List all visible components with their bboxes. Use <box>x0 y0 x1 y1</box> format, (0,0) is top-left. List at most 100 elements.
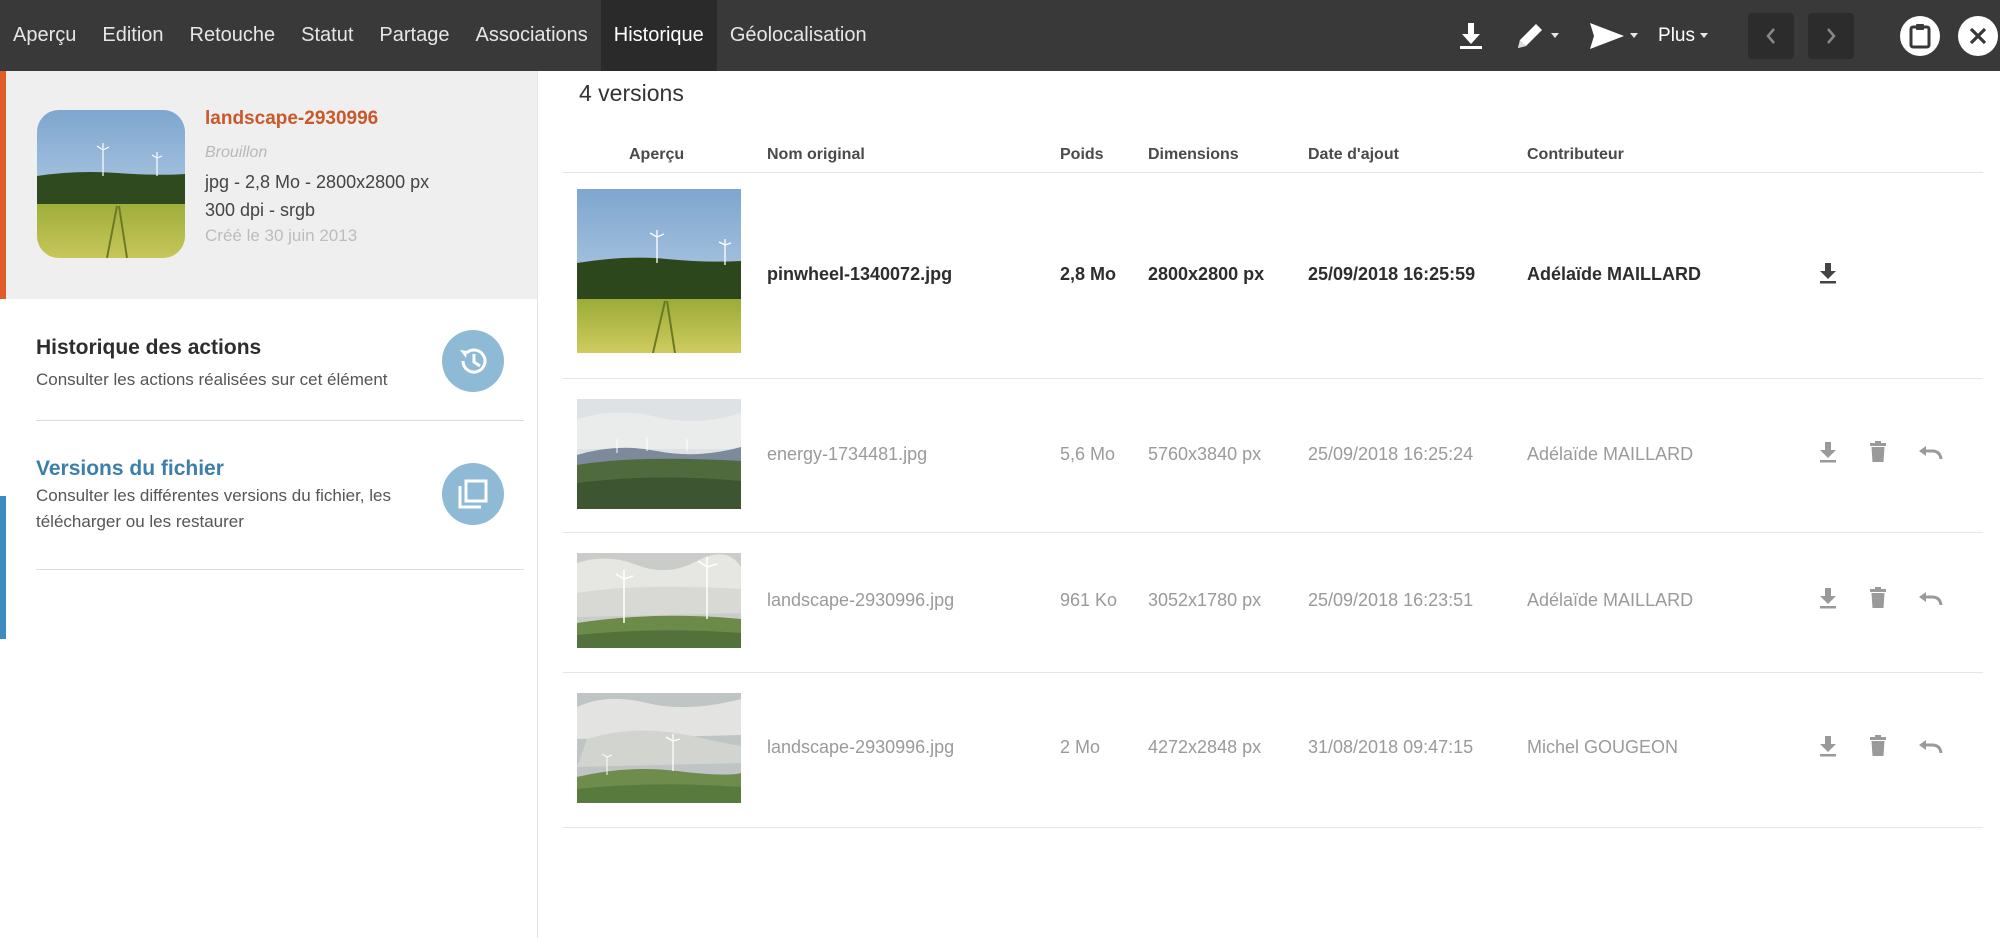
download-version-button[interactable] <box>1815 260 1841 286</box>
file-info: landscape-2930996 Brouillon jpg - 2,8 Mo… <box>205 108 429 246</box>
version-dimensions: 2800x2800 px <box>1148 264 1265 284</box>
description-line-1: Consulter les différentes versions du fi… <box>36 486 391 505</box>
file-summary-card: landscape-2930996 Brouillon jpg - 2,8 Mo… <box>0 71 537 299</box>
version-thumbnail[interactable] <box>577 189 741 353</box>
tab-edition[interactable]: Edition <box>89 0 176 71</box>
download-icon <box>1820 263 1836 284</box>
sidebar: landscape-2930996 Brouillon jpg - 2,8 Mo… <box>0 71 538 938</box>
sidebar-item-history[interactable]: Historique des actions Consulter les act… <box>36 299 524 421</box>
table-row: landscape-2930996.jpg 2 Mo 4272x2848 px … <box>563 673 1983 828</box>
column-date: Date d'ajout <box>1308 146 1399 163</box>
download-icon <box>1820 442 1836 463</box>
delete-version-button[interactable] <box>1865 585 1891 611</box>
more-menu-button[interactable]: Plus <box>1658 25 1708 47</box>
restore-version-button[interactable] <box>1917 439 1943 465</box>
sidebar-item-label: Versions du fichier <box>36 457 224 480</box>
version-date: 25/09/2018 16:23:51 <box>1308 590 1474 610</box>
version-thumbnail[interactable] <box>577 399 741 509</box>
column-name: Nom original <box>767 146 865 163</box>
undo-icon <box>1919 446 1943 460</box>
previous-button[interactable] <box>1748 12 1794 59</box>
description-line-2: télécharger ou les restaurer <box>36 512 244 531</box>
tab-partage[interactable]: Partage <box>366 0 462 71</box>
chevron-down-icon <box>1551 33 1560 38</box>
edit-menu-button[interactable] <box>1514 20 1560 52</box>
versions-icon <box>442 463 504 525</box>
tab-bar: Aperçu Edition Retouche Statut Partage A… <box>0 0 880 71</box>
version-date: 31/08/2018 09:47:15 <box>1308 737 1474 757</box>
version-name: energy-1734481.jpg <box>767 444 928 464</box>
column-preview: Aperçu <box>629 146 685 163</box>
version-size: 961 Ko <box>1060 590 1118 610</box>
tab-retouche[interactable]: Retouche <box>177 0 289 71</box>
tab-geolocalisation[interactable]: Géolocalisation <box>717 0 880 71</box>
version-name: landscape-2930996.jpg <box>767 737 955 757</box>
toolbar-actions: Plus <box>1450 0 2000 71</box>
top-toolbar: Aperçu Edition Retouche Statut Partage A… <box>0 0 2000 71</box>
version-contributor: Michel GOUGEON <box>1527 737 1679 757</box>
version-thumbnail[interactable] <box>577 553 741 648</box>
tab-statut[interactable]: Statut <box>288 0 366 71</box>
download-icon <box>1820 588 1836 609</box>
version-contributor: Adélaïde MAILLARD <box>1527 264 1702 284</box>
send-icon <box>1590 22 1625 49</box>
sidebar-item-label: Historique des actions <box>36 336 262 359</box>
download-version-button[interactable] <box>1815 585 1841 611</box>
sidebar-item-description: Consulter les actions réalisées sur cet … <box>36 370 388 389</box>
file-created-date: Créé le 30 juin 2013 <box>205 226 358 245</box>
send-menu-button[interactable] <box>1589 21 1639 51</box>
pencil-icon <box>1518 23 1543 48</box>
sidebar-item-versions[interactable]: Versions du fichier Consulter les différ… <box>36 421 524 570</box>
column-contributor: Contributeur <box>1527 146 1624 163</box>
trash-icon <box>1870 441 1886 462</box>
versions-count: 4 versions <box>579 80 684 106</box>
tab-historique[interactable]: Historique <box>600 0 717 71</box>
column-dimensions: Dimensions <box>1148 146 1239 163</box>
chevron-right-icon <box>1827 27 1836 44</box>
table-row: energy-1734481.jpg 5,6 Mo 5760x3840 px 2… <box>563 379 1983 533</box>
active-indicator <box>0 496 6 639</box>
restore-version-button[interactable] <box>1917 733 1943 759</box>
delete-version-button[interactable] <box>1865 439 1891 465</box>
clipboard-button[interactable] <box>1900 15 1940 56</box>
history-icon <box>442 330 504 392</box>
file-status: Brouillon <box>205 144 268 161</box>
trash-icon <box>1870 735 1886 756</box>
undo-icon <box>1919 592 1943 606</box>
version-contributor: Adélaïde MAILLARD <box>1527 444 1694 464</box>
file-meta-format: jpg - 2,8 Mo - 2800x2800 px <box>205 172 430 192</box>
more-label: Plus <box>1658 24 1695 46</box>
restore-version-button[interactable] <box>1917 585 1943 611</box>
table-row: pinwheel-1340072.jpg 2,8 Mo 2800x2800 px… <box>563 174 1983 379</box>
table-header: Aperçu Nom original Poids Dimensions Dat… <box>563 133 1983 173</box>
undo-icon <box>1919 740 1943 754</box>
table-row: landscape-2930996.jpg 961 Ko 3052x1780 p… <box>563 533 1983 673</box>
chevron-left-icon <box>1766 27 1775 44</box>
download-button[interactable] <box>1450 15 1492 57</box>
version-date: 25/09/2018 16:25:59 <box>1308 264 1476 284</box>
version-name: pinwheel-1340072.jpg <box>767 264 953 284</box>
tab-associations[interactable]: Associations <box>462 0 600 71</box>
version-contributor: Adélaïde MAILLARD <box>1527 590 1694 610</box>
download-version-button[interactable] <box>1815 439 1841 465</box>
close-button[interactable] <box>1958 15 1998 56</box>
delete-version-button[interactable] <box>1865 733 1891 759</box>
file-name: landscape-2930996 <box>205 108 379 129</box>
sidebar-item-description: Consulter les différentes versions du fi… <box>36 483 391 535</box>
version-thumbnail[interactable] <box>577 693 741 803</box>
versions-panel: 4 versions Aperçu Nom original Poids Dim… <box>539 71 2000 938</box>
tab-apercu[interactable]: Aperçu <box>0 0 89 71</box>
chevron-down-icon <box>1630 33 1639 38</box>
trash-icon <box>1870 587 1886 608</box>
file-thumbnail <box>37 110 185 258</box>
column-size: Poids <box>1060 146 1104 163</box>
download-icon <box>1820 736 1836 757</box>
version-size: 2,8 Mo <box>1060 264 1117 284</box>
download-version-button[interactable] <box>1815 733 1841 759</box>
version-date: 25/09/2018 16:25:24 <box>1308 444 1474 464</box>
next-button[interactable] <box>1808 12 1854 59</box>
version-name: landscape-2930996.jpg <box>767 590 955 610</box>
clipboard-icon <box>1909 23 1931 48</box>
close-icon <box>1969 27 1987 44</box>
file-meta-resolution: 300 dpi - srgb <box>205 200 316 220</box>
